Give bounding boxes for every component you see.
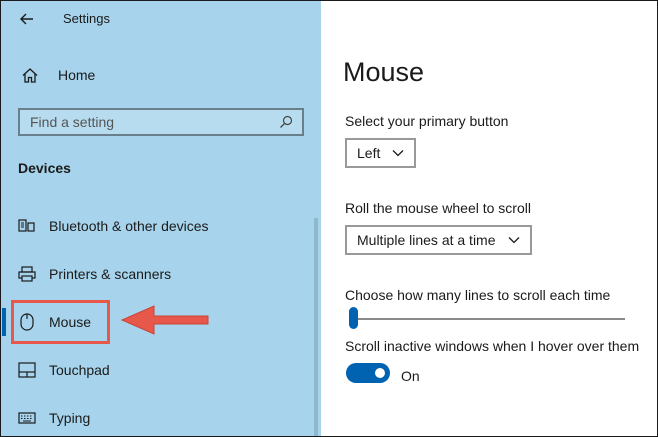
- primary-button-label: Select your primary button: [345, 113, 509, 129]
- sidebar: Settings Home Find a setting Devices Blu…: [0, 0, 321, 437]
- search-input[interactable]: Find a setting: [30, 114, 274, 130]
- lines-to-scroll-label: Choose how many lines to scroll each tim…: [345, 287, 611, 303]
- sidebar-item-label: Touchpad: [49, 362, 110, 378]
- scroll-inactive-state: On: [401, 368, 420, 384]
- primary-button-value: Left: [357, 145, 381, 161]
- home-icon: [17, 67, 43, 83]
- bluetooth-devices-icon: [17, 216, 37, 236]
- printer-icon: [17, 264, 37, 284]
- touchpad-icon: [17, 360, 37, 380]
- sidebar-item-printers[interactable]: Printers & scanners: [0, 254, 310, 294]
- sidebar-item-label: Typing: [49, 410, 91, 426]
- sidebar-item-label: Printers & scanners: [49, 266, 172, 282]
- lines-to-scroll-slider-track[interactable]: [349, 318, 625, 320]
- chevron-down-icon: [392, 149, 404, 157]
- scroll-inactive-label: Scroll inactive windows when I hover ove…: [345, 338, 640, 354]
- sidebar-item-label: Bluetooth & other devices: [49, 218, 209, 234]
- sidebar-item-typing[interactable]: Typing: [0, 398, 310, 437]
- page-title: Mouse: [343, 57, 425, 87]
- app-title: Settings: [63, 11, 110, 26]
- primary-button-dropdown[interactable]: Left: [345, 138, 417, 168]
- back-arrow-icon: [20, 13, 33, 25]
- scroll-mode-label: Roll the mouse wheel to scroll: [345, 200, 531, 216]
- sidebar-item-bluetooth[interactable]: Bluetooth & other devices: [0, 206, 310, 246]
- nav-home[interactable]: Home: [8, 60, 298, 90]
- keyboard-icon: [17, 408, 37, 428]
- chevron-down-icon: [508, 236, 520, 244]
- scroll-mode-value: Multiple lines at a time: [357, 232, 496, 248]
- toggle-knob: [375, 368, 385, 378]
- scroll-mode-dropdown[interactable]: Multiple lines at a time: [345, 225, 532, 255]
- lines-to-scroll-slider-thumb[interactable]: [349, 307, 358, 329]
- sidebar-item-touchpad[interactable]: Touchpad: [0, 350, 310, 390]
- nav-home-label: Home: [58, 67, 96, 83]
- scroll-inactive-toggle[interactable]: [346, 363, 390, 383]
- back-button[interactable]: [14, 6, 40, 32]
- annotation-highlight-box: [11, 300, 110, 344]
- search-box[interactable]: Find a setting: [18, 108, 304, 136]
- section-title: Devices: [18, 160, 71, 176]
- search-icon[interactable]: [274, 115, 298, 129]
- sidebar-scrollbar[interactable]: [314, 218, 318, 437]
- annotation-arrow-icon: [120, 305, 209, 335]
